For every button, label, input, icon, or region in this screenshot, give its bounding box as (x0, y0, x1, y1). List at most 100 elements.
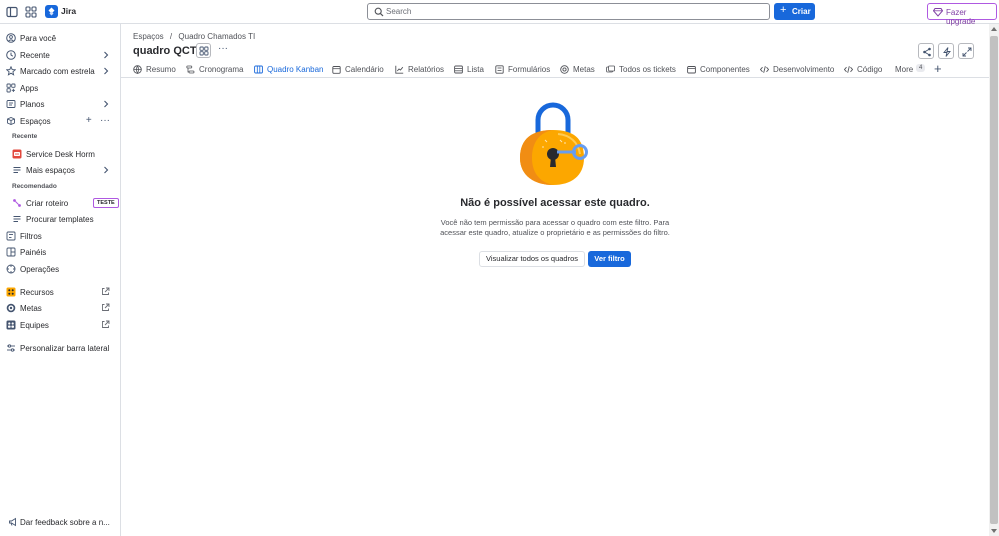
globe-icon (133, 65, 142, 75)
sidebar-item-equipes[interactable]: Equipes (4, 318, 116, 332)
board-switcher-button[interactable] (196, 43, 211, 58)
tab-label: Lista (467, 65, 484, 74)
external-link-icon (101, 320, 110, 329)
lightning-icon (943, 47, 951, 57)
sidebar-item-operacoes[interactable]: Operações (4, 262, 116, 276)
sidebar-item-label: Planos (20, 100, 45, 109)
chart-line-icon (395, 65, 404, 74)
jira-logo-icon[interactable] (45, 5, 58, 18)
spaces-icon (6, 116, 16, 126)
operations-icon (6, 264, 16, 274)
more-icon[interactable]: ··· (100, 115, 110, 126)
sidebar-item-recente[interactable]: Recente (4, 48, 116, 62)
chevron-right-icon (102, 50, 110, 60)
sidebar-item-label: Service Desk Horm (26, 150, 95, 159)
sidebar-item-label: Procurar templates (26, 215, 94, 224)
teste-badge: TESTE (93, 198, 119, 208)
app-switcher-icon[interactable] (25, 6, 37, 18)
form-icon (495, 65, 504, 74)
sidebar-item-service-desk[interactable]: Service Desk Horm (4, 147, 116, 161)
tab-label: Desenvolvimento (773, 65, 835, 74)
people-icon (199, 46, 209, 56)
tab-label: Formulários (508, 65, 551, 74)
scroll-down-icon[interactable] (991, 529, 997, 533)
target-icon (560, 65, 569, 74)
megaphone-icon (8, 517, 18, 527)
sidebar-item-label: Apps (20, 84, 39, 93)
upgrade-button[interactable]: Fazer upgrade (927, 3, 997, 26)
timeline-icon (186, 65, 195, 74)
tab-label: More (895, 65, 914, 74)
sidebar: Para você Recente Marcado com estrela Ap… (0, 24, 121, 536)
sidebar-item-filtros[interactable]: Filtros (4, 229, 116, 243)
sidebar-item-starred[interactable]: Marcado com estrela (4, 64, 116, 78)
clock-icon (6, 50, 16, 60)
page-title: quadro QCT (133, 45, 197, 57)
chevron-right-icon (102, 99, 110, 109)
sidebar-item-label: Espaços (20, 117, 51, 126)
share-button[interactable] (918, 43, 934, 59)
component-icon (687, 65, 696, 74)
template-icon (12, 214, 22, 224)
add-space-icon[interactable]: + (86, 115, 92, 126)
sidebar-item-label: Mais espaços (26, 166, 75, 175)
chevron-right-icon (102, 165, 110, 175)
tab-label: Quadro Kanban (267, 65, 324, 74)
empty-state-title: Não é possível acessar este quadro. (460, 197, 650, 209)
fullscreen-button[interactable] (958, 43, 974, 59)
feedback-label: Dar feedback sobre a n... (20, 518, 110, 527)
calendar-icon (332, 65, 341, 74)
more-actions-icon[interactable]: ··· (218, 43, 228, 54)
breadcrumb-spaces[interactable]: Espaços (133, 32, 164, 41)
scrollbar[interactable] (989, 24, 999, 536)
view-filter-button[interactable]: Ver filtro (588, 251, 631, 267)
code-icon (759, 65, 770, 74)
tab-label: Componentes (700, 65, 750, 74)
tab-label: Calendário (345, 65, 384, 74)
main-content: Espaços / Quadro Chamados TI quadro QCT … (121, 24, 989, 536)
breadcrumb-project[interactable]: Quadro Chamados TI (178, 32, 255, 41)
app-name[interactable]: Jira (61, 6, 76, 16)
search-input[interactable]: Search (367, 3, 770, 20)
add-tab-icon[interactable]: + (934, 61, 942, 76)
sidebar-item-paineis[interactable]: Painéis (4, 245, 116, 259)
project-tabs: Resumo Cronograma Quadro Kanban Calendár… (121, 61, 989, 78)
sidebar-item-create-roadmap[interactable]: Criar roteiro TESTE (4, 196, 119, 210)
sidebar-item-metas[interactable]: Metas (4, 301, 116, 315)
view-all-boards-button[interactable]: Visualizar todos os quadros (479, 251, 585, 267)
sidebar-item-apps[interactable]: Apps (4, 81, 116, 95)
apps-icon (6, 83, 16, 93)
service-desk-avatar-icon (12, 149, 22, 159)
sidebar-item-templates[interactable]: Procurar templates (4, 212, 116, 226)
scrollbar-thumb[interactable] (990, 36, 998, 524)
tab-label: Cronograma (199, 65, 244, 74)
tab-label: Metas (573, 65, 595, 74)
sidebar-item-espacos[interactable]: Espaços + ··· (4, 114, 116, 128)
code-icon (843, 65, 854, 74)
sidebar-item-label: Recente (20, 51, 50, 60)
sidebar-item-label: Filtros (20, 232, 42, 241)
breadcrumb: Espaços / Quadro Chamados TI (133, 32, 259, 41)
breadcrumb-separator: / (169, 32, 173, 41)
sidebar-toggle-icon[interactable] (6, 6, 18, 18)
plus-icon: + (780, 4, 787, 16)
sidebar-item-label: Painéis (20, 248, 47, 257)
create-button[interactable]: + Criar (774, 3, 815, 20)
sidebar-item-planos[interactable]: Planos (4, 97, 116, 111)
sidebar-item-para-voce[interactable]: Para você (4, 31, 116, 45)
feedback-button[interactable]: Dar feedback sobre a n... (4, 515, 116, 529)
sidebar-item-customize[interactable]: Personalizar barra lateral (4, 341, 116, 355)
tab-label: Resumo (146, 65, 176, 74)
person-circle-icon (6, 33, 16, 43)
spaces-actions: + ··· (86, 115, 110, 126)
sidebar-item-recursos[interactable]: Recursos (4, 285, 116, 299)
automation-button[interactable] (938, 43, 954, 59)
external-link-icon (101, 287, 110, 296)
external-link-icon (101, 303, 110, 312)
sidebar-item-more-spaces[interactable]: Mais espaços (4, 163, 116, 177)
tab-label: Código (857, 65, 883, 74)
top-navigation: Jira Search + Criar Fazer upgrade (0, 0, 999, 26)
customize-icon (6, 343, 16, 353)
scroll-up-icon[interactable] (991, 27, 997, 31)
filter-icon (6, 231, 16, 241)
